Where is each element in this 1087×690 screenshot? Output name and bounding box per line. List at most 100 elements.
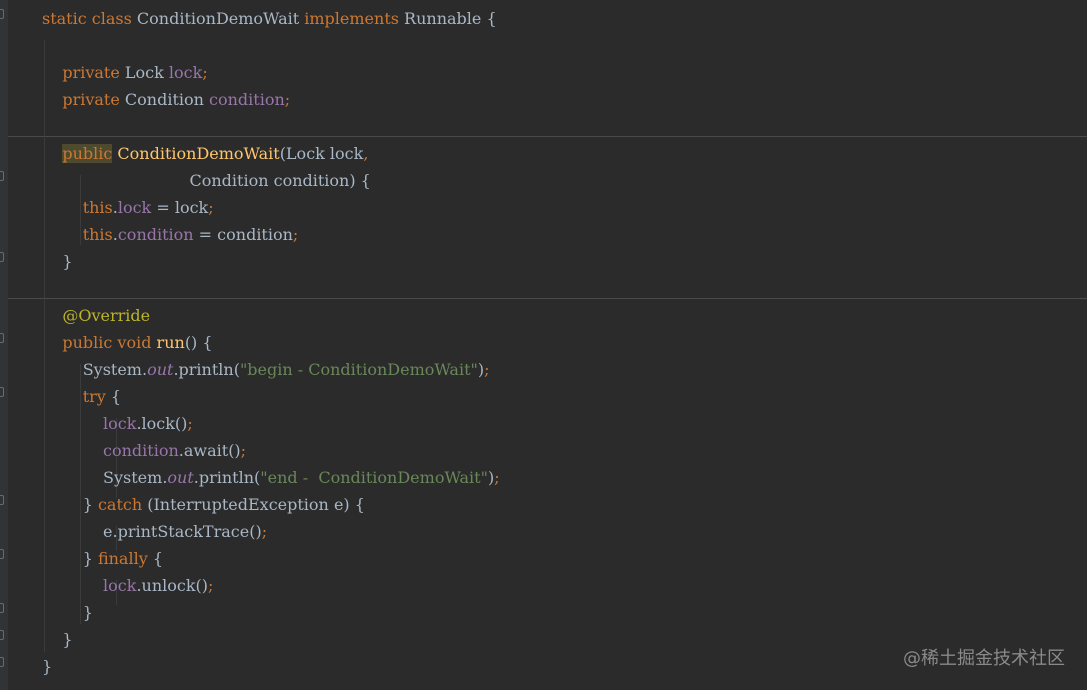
code-token: Condition condition) { xyxy=(42,171,371,190)
code-line[interactable]: public ConditionDemoWait(Lock lock, xyxy=(42,140,368,167)
code-token: ; xyxy=(240,441,247,460)
code-token: ConditionDemoWait xyxy=(131,9,305,28)
code-line[interactable]: private Condition condition; xyxy=(42,86,290,113)
code-token: public xyxy=(62,144,113,163)
code-line[interactable]: } xyxy=(42,599,93,626)
code-token: public xyxy=(62,333,113,352)
code-line[interactable]: public void run() { xyxy=(42,329,213,356)
code-line[interactable]: } xyxy=(42,653,52,680)
fold-icon[interactable] xyxy=(0,657,4,667)
code-token: "end - ConditionDemoWait" xyxy=(260,468,488,487)
code-line[interactable]: } catch (InterruptedException e) { xyxy=(42,491,365,518)
code-token: void xyxy=(117,333,152,352)
code-token: private xyxy=(62,90,120,109)
code-token: catch xyxy=(97,495,143,514)
code-token: lock xyxy=(168,63,203,82)
code-line[interactable]: lock.lock(); xyxy=(42,410,193,437)
code-line[interactable]: @Override xyxy=(42,302,150,329)
code-token: run xyxy=(156,333,185,352)
code-token: try xyxy=(82,387,106,406)
code-line[interactable]: this.condition = condition; xyxy=(42,221,299,248)
code-token: condition xyxy=(103,441,179,460)
code-line[interactable]: System.out.println("end - ConditionDemoW… xyxy=(42,464,500,491)
code-token: .println( xyxy=(193,468,261,487)
code-line[interactable]: } xyxy=(42,248,73,275)
code-token: .lock() xyxy=(136,414,188,433)
code-token: ; xyxy=(284,90,291,109)
code-token: () { xyxy=(184,333,213,352)
code-token: "begin - ConditionDemoWait" xyxy=(239,360,478,379)
code-token: = lock xyxy=(151,198,209,217)
code-line[interactable]: condition.await(); xyxy=(42,437,246,464)
code-token: ; xyxy=(261,522,268,541)
code-token: ; xyxy=(484,360,490,379)
code-token: Runnable { xyxy=(398,9,497,28)
code-token: System. xyxy=(42,468,168,487)
code-token: out xyxy=(147,360,174,379)
code-token: static xyxy=(42,9,87,28)
code-token: lock xyxy=(103,414,137,433)
code-token: private xyxy=(62,63,120,82)
code-token: this xyxy=(82,225,113,244)
code-token: } xyxy=(42,549,98,568)
code-token: finally xyxy=(97,549,148,568)
code-line[interactable]: } finally { xyxy=(42,545,163,572)
code-line[interactable]: Condition condition) { xyxy=(42,167,371,194)
code-line[interactable]: lock.unlock(); xyxy=(42,572,213,599)
code-line[interactable]: System.out.println("begin - ConditionDem… xyxy=(42,356,490,383)
code-token: } xyxy=(42,252,73,271)
method-separator xyxy=(8,136,1087,137)
code-token: out xyxy=(167,468,194,487)
code-line[interactable]: e.printStackTrace(); xyxy=(42,518,267,545)
code-editor[interactable]: static class ConditionDemoWait implement… xyxy=(0,0,1087,690)
fold-icon[interactable] xyxy=(0,630,4,640)
code-token: condition xyxy=(209,90,285,109)
code-token: ; xyxy=(208,576,214,595)
editor-gutter xyxy=(0,0,8,690)
fold-icon[interactable] xyxy=(0,333,4,343)
fold-icon[interactable] xyxy=(0,387,4,397)
code-token: Condition xyxy=(119,90,210,109)
code-token: = condition xyxy=(193,225,293,244)
code-token: e.printStackTrace() xyxy=(42,522,262,541)
code-token: this xyxy=(82,198,113,217)
code-token: { xyxy=(147,549,164,568)
code-token: } xyxy=(42,603,93,622)
code-token: ; xyxy=(208,198,214,217)
code-token: } xyxy=(42,657,53,676)
code-token: } xyxy=(42,630,73,649)
code-token: .await() xyxy=(178,441,241,460)
code-line[interactable]: } xyxy=(42,626,73,653)
code-token: lock xyxy=(117,198,152,217)
code-token: { xyxy=(105,387,122,406)
fold-icon[interactable] xyxy=(0,171,4,181)
fold-icon[interactable] xyxy=(0,495,4,505)
code-token: System. xyxy=(42,360,148,379)
watermark: @稀土掘金技术社区 xyxy=(903,648,1065,669)
fold-icon[interactable] xyxy=(0,9,4,19)
code-token: implements xyxy=(304,9,399,28)
fold-icon[interactable] xyxy=(0,549,4,559)
code-token: } xyxy=(42,495,98,514)
fold-icon[interactable] xyxy=(0,603,4,613)
code-token: ; xyxy=(187,414,193,433)
code-token: lock xyxy=(103,576,137,595)
code-line[interactable]: try { xyxy=(42,383,121,410)
code-token: (Lock lock xyxy=(279,144,364,163)
code-token: @Override xyxy=(62,306,151,325)
code-line[interactable]: static class ConditionDemoWait implement… xyxy=(42,5,497,32)
code-token: .unlock() xyxy=(136,576,209,595)
method-separator xyxy=(8,298,1087,299)
code-token: Lock xyxy=(119,63,169,82)
code-line[interactable]: private Lock lock; xyxy=(42,59,207,86)
code-line[interactable]: this.lock = lock; xyxy=(42,194,214,221)
fold-icon[interactable] xyxy=(0,252,4,262)
